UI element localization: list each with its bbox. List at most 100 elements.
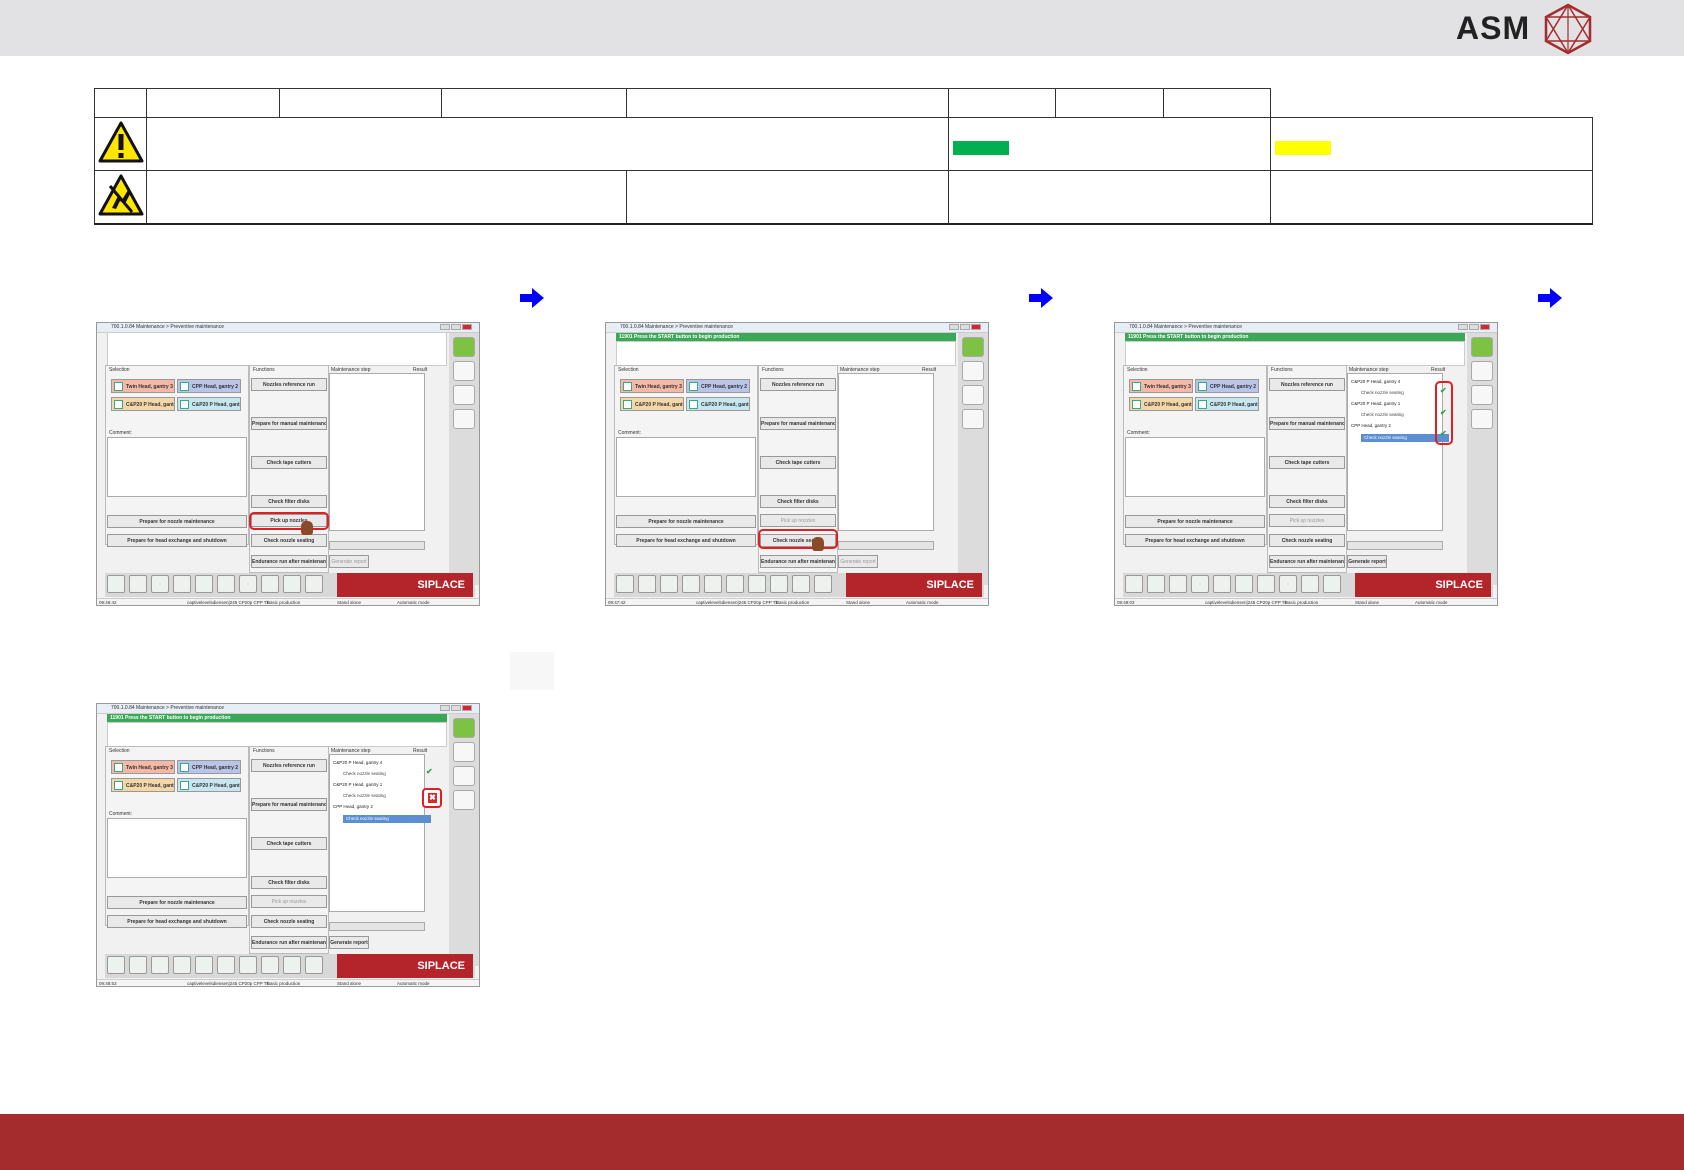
head-selection-button[interactable]: CPP Head, gantry 2 bbox=[177, 379, 241, 393]
head-selection-button[interactable]: C&P20 P Head, gantry 4 bbox=[111, 397, 175, 411]
toolbar-icon[interactable] bbox=[129, 956, 147, 974]
toolbar-icon[interactable] bbox=[261, 575, 279, 593]
toolbar-icon[interactable] bbox=[1323, 575, 1341, 593]
window-controls[interactable] bbox=[439, 705, 475, 712]
check-icon[interactable] bbox=[962, 409, 984, 429]
toolbar-icon[interactable] bbox=[726, 575, 744, 593]
toolbar-icon[interactable] bbox=[814, 575, 832, 593]
function-button[interactable]: Check nozzle seating bbox=[251, 915, 327, 928]
function-button[interactable]: Prepare for manual maintenance bbox=[251, 798, 327, 811]
maintenance-step-row[interactable]: C&P20 P Head, gantry 4 bbox=[1351, 379, 1400, 384]
minimize-icon[interactable] bbox=[949, 324, 959, 330]
toolbar-icon[interactable] bbox=[638, 575, 656, 593]
check-icon[interactable] bbox=[453, 409, 475, 429]
function-button[interactable]: Prepare for manual maintenance bbox=[1269, 417, 1345, 430]
function-button[interactable]: Endurance run after maintenance bbox=[1269, 555, 1345, 568]
prepare-nozzle-maintenance-button[interactable]: Prepare for nozzle maintenance bbox=[616, 515, 756, 528]
head-selection-button[interactable]: Twin Head, gantry 3 bbox=[111, 379, 175, 393]
function-button[interactable]: Check filter disks bbox=[251, 876, 327, 889]
maintenance-step-row[interactable]: Check nozzle seating bbox=[343, 771, 386, 776]
maximize-icon[interactable] bbox=[1469, 324, 1479, 330]
toolbar-icon[interactable] bbox=[305, 575, 323, 593]
comment-field[interactable] bbox=[1125, 437, 1265, 497]
toolbar-icon[interactable] bbox=[1213, 575, 1231, 593]
close-icon[interactable] bbox=[462, 705, 472, 711]
toolbar-icon[interactable] bbox=[682, 575, 700, 593]
function-button[interactable]: Nozzles reference run bbox=[760, 378, 836, 391]
minimize-icon[interactable] bbox=[1458, 324, 1468, 330]
minimize-icon[interactable] bbox=[440, 705, 450, 711]
maintenance-step-row[interactable]: Check nozzle seating bbox=[343, 793, 386, 798]
maintenance-step-row[interactable]: C&P20 P Head, gantry 1 bbox=[333, 782, 382, 787]
toolbar-icon[interactable] bbox=[283, 956, 301, 974]
maximize-icon[interactable] bbox=[451, 324, 461, 330]
feeder-icon[interactable] bbox=[453, 385, 475, 405]
info-icon[interactable] bbox=[453, 718, 475, 738]
check-icon[interactable] bbox=[453, 790, 475, 810]
head-selection-button[interactable]: CPP Head, gantry 2 bbox=[686, 379, 750, 393]
feeder-icon[interactable] bbox=[453, 766, 475, 786]
info-icon[interactable] bbox=[962, 337, 984, 357]
toolbar-icon[interactable] bbox=[1257, 575, 1275, 593]
function-button[interactable]: Check filter disks bbox=[760, 495, 836, 508]
head-selection-button[interactable]: CPP Head, gantry 2 bbox=[1195, 379, 1259, 393]
head-selection-button[interactable]: C&P20 P Head, gantry 4 bbox=[1129, 397, 1193, 411]
toolbar-icon[interactable] bbox=[1147, 575, 1165, 593]
toolbar-icon[interactable] bbox=[173, 956, 191, 974]
head-selection-button[interactable]: C&P20 P Head, gantry 1 bbox=[1195, 397, 1259, 411]
info-icon[interactable] bbox=[453, 337, 475, 357]
feeder-icon[interactable] bbox=[962, 385, 984, 405]
toolbar-icon[interactable] bbox=[770, 575, 788, 593]
maintenance-step-list[interactable] bbox=[1347, 373, 1443, 531]
toolbar-icon[interactable] bbox=[261, 956, 279, 974]
prepare-nozzle-maintenance-button[interactable]: Prepare for nozzle maintenance bbox=[107, 896, 247, 909]
comment-field[interactable] bbox=[107, 437, 247, 497]
toolbar-icon[interactable] bbox=[239, 956, 257, 974]
minimize-icon[interactable] bbox=[440, 324, 450, 330]
toolbar-icon[interactable] bbox=[151, 956, 169, 974]
nozzle-icon[interactable] bbox=[453, 742, 475, 762]
toolbar-icon[interactable] bbox=[151, 575, 169, 593]
toolbar-icon[interactable] bbox=[239, 575, 257, 593]
toolbar-icon[interactable] bbox=[195, 575, 213, 593]
maintenance-step-row[interactable]: Check nozzle seating bbox=[1361, 390, 1404, 395]
maintenance-step-row[interactable]: C&P20 P Head, gantry 4 bbox=[333, 760, 382, 765]
function-button[interactable]: Pick up nozzles bbox=[1269, 514, 1345, 527]
toolbar-icon[interactable] bbox=[283, 575, 301, 593]
function-button[interactable]: Check filter disks bbox=[1269, 495, 1345, 508]
function-button[interactable]: Nozzles reference run bbox=[251, 378, 327, 391]
prepare-head-exchange-button[interactable]: Prepare for head exchange and shutdown bbox=[1125, 534, 1265, 547]
function-button[interactable]: Endurance run after maintenance bbox=[760, 555, 836, 568]
comment-field[interactable] bbox=[107, 818, 247, 878]
nozzle-icon[interactable] bbox=[962, 361, 984, 381]
comment-field[interactable] bbox=[616, 437, 756, 497]
maximize-icon[interactable] bbox=[451, 705, 461, 711]
toolbar-icon[interactable] bbox=[107, 956, 125, 974]
maintenance-step-list[interactable] bbox=[329, 373, 425, 531]
close-icon[interactable] bbox=[462, 324, 472, 330]
toolbar-icon[interactable] bbox=[1191, 575, 1209, 593]
head-selection-button[interactable]: C&P20 P Head, gantry 4 bbox=[111, 778, 175, 792]
prepare-head-exchange-button[interactable]: Prepare for head exchange and shutdown bbox=[107, 534, 247, 547]
toolbar-icon[interactable] bbox=[1301, 575, 1319, 593]
toolbar-icon[interactable] bbox=[305, 956, 323, 974]
function-button[interactable]: Generate report bbox=[329, 555, 369, 568]
function-button[interactable]: Prepare for manual maintenance bbox=[251, 417, 327, 430]
head-selection-button[interactable]: C&P20 P Head, gantry 1 bbox=[177, 778, 241, 792]
prepare-head-exchange-button[interactable]: Prepare for head exchange and shutdown bbox=[616, 534, 756, 547]
window-controls[interactable] bbox=[948, 324, 984, 331]
nozzle-icon[interactable] bbox=[453, 361, 475, 381]
toolbar-icon[interactable] bbox=[1235, 575, 1253, 593]
function-button[interactable]: Pick up nozzles bbox=[760, 514, 836, 527]
function-button[interactable]: Endurance run after maintenance bbox=[251, 555, 327, 568]
toolbar-icon[interactable] bbox=[1169, 575, 1187, 593]
check-icon[interactable] bbox=[1471, 409, 1493, 429]
head-selection-button[interactable]: Twin Head, gantry 3 bbox=[1129, 379, 1193, 393]
maintenance-step-row[interactable]: C&P20 P Head, gantry 1 bbox=[1351, 401, 1400, 406]
function-button[interactable]: Check tape cutters bbox=[1269, 456, 1345, 469]
function-button[interactable]: Check nozzle seating bbox=[251, 534, 327, 547]
function-button[interactable]: Check tape cutters bbox=[251, 456, 327, 469]
list-scrollbar[interactable] bbox=[329, 541, 425, 550]
maintenance-step-row[interactable]: Check nozzle seating bbox=[343, 815, 431, 823]
function-button[interactable]: Generate report bbox=[838, 555, 878, 568]
